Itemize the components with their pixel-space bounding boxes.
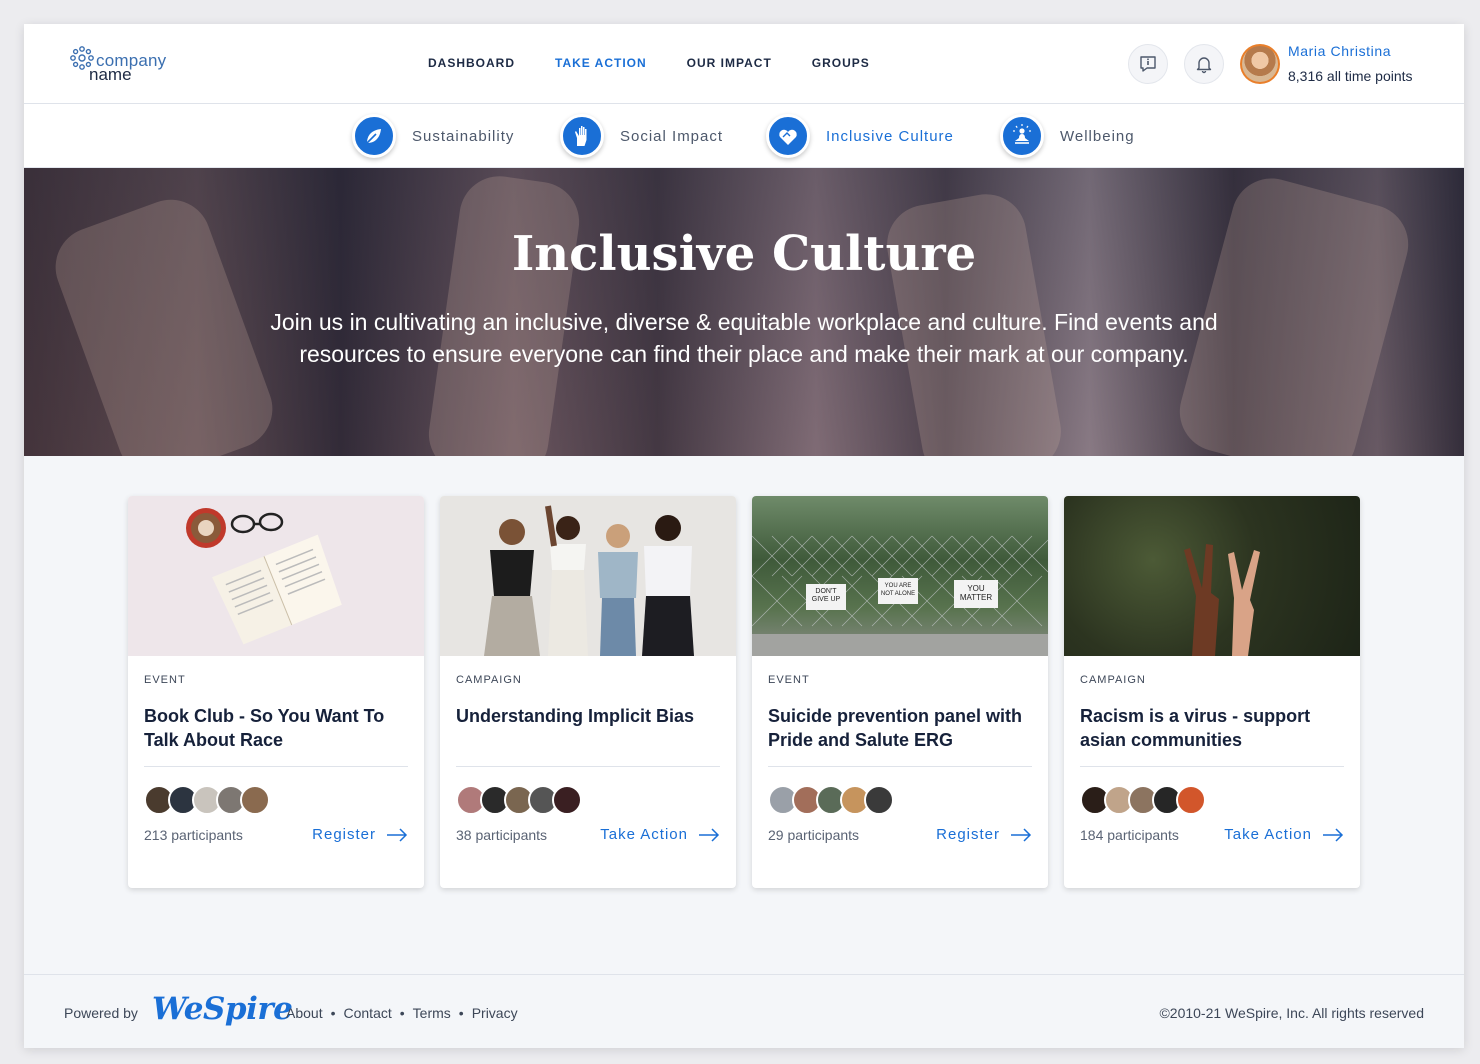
nav-our-impact[interactable]: OUR IMPACT [687, 56, 772, 70]
tab-label: Sustainability [412, 127, 515, 145]
action-label: Register [936, 826, 1000, 843]
user-avatar[interactable] [1240, 44, 1280, 84]
card-title[interactable]: Racism is a virus - support asian commun… [1080, 704, 1344, 752]
arrow-right-icon [1323, 827, 1344, 842]
action-card[interactable]: CAMPAIGN Racism is a virus - support asi… [1064, 496, 1360, 888]
avatar [864, 785, 894, 815]
card-image-women [440, 496, 736, 656]
separator-dot: • [458, 1005, 464, 1021]
footer: Powered by WeSpire About • Contact • Ter… [24, 974, 1464, 1048]
card-title[interactable]: Suicide prevention panel with Pride and … [768, 704, 1032, 752]
tab-label: Social Impact [620, 127, 724, 145]
copyright: ©2010-21 WeSpire, Inc. All rights reserv… [1159, 1005, 1424, 1021]
action-label: Register [312, 826, 376, 843]
avatar [240, 785, 270, 815]
tab-social-impact[interactable]: Social Impact [560, 114, 723, 158]
footer-link-terms[interactable]: Terms [413, 1005, 451, 1021]
participant-avatars [144, 785, 270, 815]
app-frame: company name DASHBOARD TAKE ACTION OUR I… [24, 24, 1464, 1048]
info-icon [1140, 56, 1156, 72]
card-title[interactable]: Understanding Implicit Bias [456, 704, 720, 728]
sign-text: YOU MATTER [959, 584, 993, 602]
footer-link-contact[interactable]: Contact [344, 1005, 392, 1021]
card-image-peace-hands [1064, 496, 1360, 656]
user-name[interactable]: Maria Christina [1288, 43, 1391, 59]
card-image-book [128, 496, 424, 656]
category-tabs: Sustainability Social Impact Inclusive C… [24, 104, 1464, 168]
card-type: CAMPAIGN [456, 674, 522, 686]
footer-link-about[interactable]: About [286, 1005, 323, 1021]
separator-dot: • [399, 1005, 405, 1021]
tab-sustainability[interactable]: Sustainability [352, 114, 514, 158]
action-label: Take Action [1224, 826, 1312, 843]
participant-count: 184 participants [1080, 827, 1179, 843]
take-action-button[interactable]: Take Action [600, 826, 720, 843]
main-nav: DASHBOARD TAKE ACTION OUR IMPACT GROUPS [428, 56, 910, 70]
hero-banner: Inclusive Culture Join us in cultivating… [24, 168, 1464, 456]
card-type: EVENT [768, 674, 810, 686]
separator-dot: • [330, 1005, 336, 1021]
card-divider [456, 766, 720, 767]
arrow-right-icon [699, 827, 720, 842]
sign-text: YOU ARE NOT ALONE [880, 583, 916, 597]
participant-avatars [456, 785, 582, 815]
tab-inclusive-culture[interactable]: Inclusive Culture [766, 114, 954, 158]
card-type: CAMPAIGN [1080, 674, 1146, 686]
heart-hands-icon [766, 114, 810, 158]
participant-count: 38 participants [456, 827, 548, 843]
logo-text-line2: name [89, 65, 132, 84]
tab-label: Wellbeing [1060, 127, 1135, 145]
arrow-right-icon [387, 827, 408, 842]
notifications-button[interactable] [1184, 44, 1224, 84]
meditation-icon [1000, 114, 1044, 158]
sign-text: DON'T GIVE UP [811, 588, 841, 603]
wespire-logo[interactable]: WeSpire [152, 991, 293, 1027]
take-action-button[interactable]: Take Action [1224, 826, 1344, 843]
footer-link-privacy[interactable]: Privacy [472, 1005, 518, 1021]
nav-dashboard[interactable]: DASHBOARD [428, 56, 515, 70]
card-type: EVENT [144, 674, 186, 686]
company-logo[interactable]: company name [68, 42, 188, 86]
tab-label: Inclusive Culture [826, 127, 954, 145]
avatar [1176, 785, 1206, 815]
action-card[interactable]: CAMPAIGN Understanding Implicit Bias 38 … [440, 496, 736, 888]
action-card[interactable]: DON'T GIVE UP YOU ARE NOT ALONE YOU MATT… [752, 496, 1048, 888]
powered-by-label: Powered by [64, 1005, 138, 1021]
nav-groups[interactable]: GROUPS [812, 56, 870, 70]
raised-hand-icon [560, 114, 604, 158]
card-divider [144, 766, 408, 767]
top-header: company name DASHBOARD TAKE ACTION OUR I… [24, 24, 1464, 104]
action-card[interactable]: EVENT Book Club - So You Want To Talk Ab… [128, 496, 424, 888]
participant-count: 29 participants [768, 827, 860, 843]
hero-subtitle: Join us in cultivating an inclusive, div… [270, 309, 1218, 367]
card-divider [1080, 766, 1344, 767]
card-divider [768, 766, 1032, 767]
card-title[interactable]: Book Club - So You Want To Talk About Ra… [144, 704, 408, 752]
bell-icon [1196, 57, 1212, 74]
avatar [552, 785, 582, 815]
user-points: 8,316 all time points [1288, 68, 1413, 84]
hero-title: Inclusive Culture [511, 226, 977, 282]
register-button[interactable]: Register [312, 826, 408, 843]
register-button[interactable]: Register [936, 826, 1032, 843]
info-button[interactable] [1128, 44, 1168, 84]
participant-count: 213 participants [144, 827, 243, 843]
footer-links: About • Contact • Terms • Privacy [286, 1005, 518, 1021]
tab-wellbeing[interactable]: Wellbeing [1000, 114, 1135, 158]
nav-take-action[interactable]: TAKE ACTION [555, 56, 647, 70]
arrow-right-icon [1011, 827, 1032, 842]
participant-avatars [768, 785, 894, 815]
card-image-fence: DON'T GIVE UP YOU ARE NOT ALONE YOU MATT… [752, 496, 1048, 656]
leaf-icon [352, 114, 396, 158]
participant-avatars [1080, 785, 1206, 815]
action-label: Take Action [600, 826, 688, 843]
